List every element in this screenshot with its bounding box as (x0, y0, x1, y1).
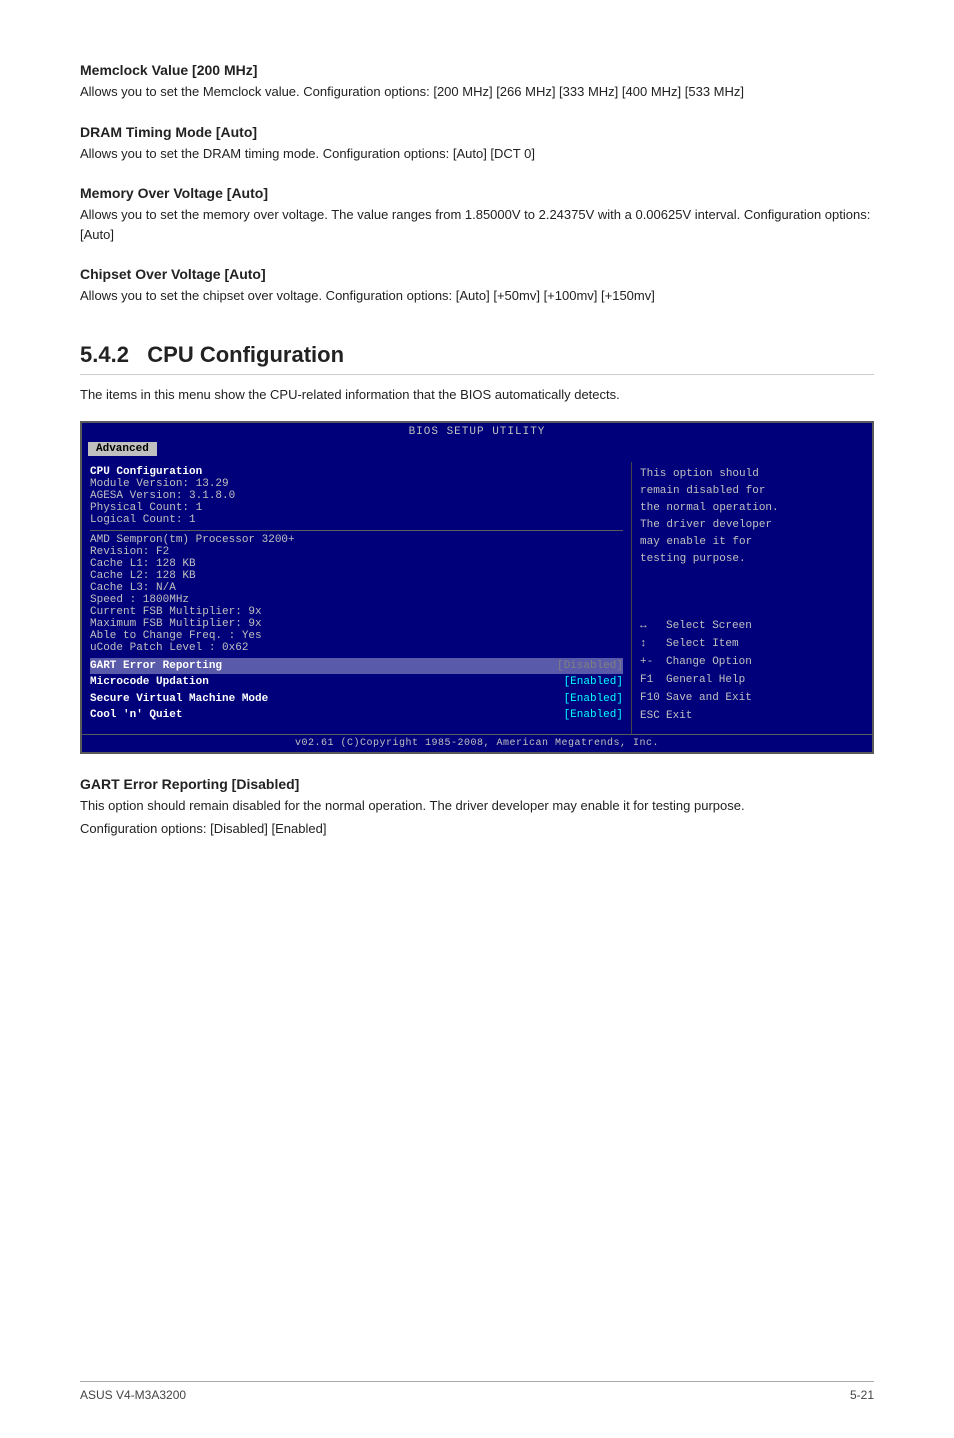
bios-left-panel: CPU Configuration Module Version: 13.29 … (82, 462, 632, 734)
bios-item-label: Select Item (666, 636, 739, 653)
bios-svm-label: Secure Virtual Machine Mode (90, 691, 268, 708)
bios-title-bar: BIOS SETUP UTILITY (82, 423, 872, 440)
gart-text2: Configuration options: [Disabled] [Enabl… (80, 819, 874, 839)
bios-screen-label: Select Screen (666, 618, 752, 635)
bios-desc-line4: The driver developer (640, 517, 864, 534)
bios-gart-row[interactable]: GART Error Reporting [Disabled] (90, 658, 623, 675)
bios-logical-count: Logical Count: 1 (90, 514, 623, 526)
bios-desc-line5: may enable it for (640, 534, 864, 551)
chipset-section: Chipset Over Voltage [Auto] Allows you t… (80, 266, 874, 306)
chapter-number: 5.4.2 (80, 342, 129, 367)
bios-cnq-value: [Enabled] (564, 707, 623, 724)
bios-ucode: uCode Patch Level : 0x62 (90, 642, 623, 654)
bios-exit-label: Exit (666, 708, 692, 725)
bios-body: CPU Configuration Module Version: 13.29 … (82, 456, 872, 734)
chapter-intro: The items in this menu show the CPU-rela… (80, 385, 874, 405)
bios-physical-count: Physical Count: 1 (90, 502, 623, 514)
dram-section: DRAM Timing Mode [Auto] Allows you to se… (80, 124, 874, 164)
bios-key-help: F1 General Help (640, 672, 864, 689)
bios-key-option: +- Change Option (640, 654, 864, 671)
bios-key-exit: ESC Exit (640, 708, 864, 725)
memvolt-text: Allows you to set the memory over voltag… (80, 205, 874, 244)
bios-cpu-info-section: AMD Sempron(tm) Processor 3200+ Revision… (90, 534, 623, 654)
bios-key-save: F10 Save and Exit (640, 690, 864, 707)
bios-revision: Revision: F2 (90, 546, 623, 558)
gart-heading: GART Error Reporting [Disabled] (80, 776, 874, 792)
bios-desc-line1: This option should (640, 466, 864, 483)
bios-title: BIOS SETUP UTILITY (409, 426, 546, 438)
footer-right: 5-21 (850, 1388, 874, 1402)
bios-key-screen: ↔ Select Screen (640, 618, 864, 635)
bios-key-item: ↕ Select Item (640, 636, 864, 653)
chapter-title: 5.4.2 CPU Configuration (80, 342, 874, 375)
bios-svm-row[interactable]: Secure Virtual Machine Mode [Enabled] (90, 691, 623, 708)
bios-microcode-row[interactable]: Microcode Updation [Enabled] (90, 674, 623, 691)
bios-cpu-config-label: CPU Configuration (90, 466, 623, 478)
bios-key-guide: ↔ Select Screen ↕ Select Item +- Change … (640, 618, 864, 725)
bios-desc-line3: the normal operation. (640, 500, 864, 517)
bios-desc-line2: remain disabled for (640, 483, 864, 500)
footer-left: ASUS V4-M3A3200 (80, 1388, 186, 1402)
chapter-name: CPU Configuration (147, 342, 344, 367)
bios-module-version: Module Version: 13.29 (90, 478, 623, 490)
bios-cache-l2: Cache L2: 128 KB (90, 570, 623, 582)
bios-cpu-model: AMD Sempron(tm) Processor 3200+ (90, 534, 623, 546)
chipset-text: Allows you to set the chipset over volta… (80, 286, 874, 306)
bios-cnq-row[interactable]: Cool 'n' Quiet [Enabled] (90, 707, 623, 724)
bios-save-icon: F10 (640, 690, 666, 707)
bios-footer: v02.61 (C)Copyright 1985-2008, American … (82, 734, 872, 752)
bios-desc-line6: testing purpose. (640, 551, 864, 568)
bios-tab-bar: Advanced (82, 440, 872, 456)
bios-cache-l1: Cache L1: 128 KB (90, 558, 623, 570)
bios-cpu-heading-section: CPU Configuration Module Version: 13.29 … (90, 466, 623, 526)
bios-svm-value: [Enabled] (564, 691, 623, 708)
bios-advanced-tab[interactable]: Advanced (88, 442, 157, 456)
bios-help-icon: F1 (640, 672, 666, 689)
bios-save-label: Save and Exit (666, 690, 752, 707)
bios-description: This option should remain disabled for t… (640, 466, 864, 568)
gart-section: GART Error Reporting [Disabled] This opt… (80, 776, 874, 839)
bios-cache-l3: Cache L3: N/A (90, 582, 623, 594)
bios-divider-1 (90, 530, 623, 531)
bios-right-panel: This option should remain disabled for t… (632, 462, 872, 734)
bios-agesa-version: AGESA Version: 3.1.8.0 (90, 490, 623, 502)
memvolt-section: Memory Over Voltage [Auto] Allows you to… (80, 185, 874, 244)
pre-chapter-sections: Memclock Value [200 MHz] Allows you to s… (80, 62, 874, 306)
bios-option-label: Change Option (666, 654, 752, 671)
dram-heading: DRAM Timing Mode [Auto] (80, 124, 874, 140)
bios-settings-section: GART Error Reporting [Disabled] Microcod… (90, 658, 623, 724)
bios-microcode-value: [Enabled] (564, 674, 623, 691)
bios-able-change: Able to Change Freq. : Yes (90, 630, 623, 642)
bios-current-fsb: Current FSB Multiplier: 9x (90, 606, 623, 618)
bios-cnq-label: Cool 'n' Quiet (90, 707, 182, 724)
bios-setup-box: BIOS SETUP UTILITY Advanced CPU Configur… (80, 421, 874, 754)
chipset-heading: Chipset Over Voltage [Auto] (80, 266, 874, 282)
dram-text: Allows you to set the DRAM timing mode. … (80, 144, 874, 164)
memclock-heading: Memclock Value [200 MHz] (80, 62, 874, 78)
bios-screen-icon: ↔ (640, 618, 666, 635)
page-footer: ASUS V4-M3A3200 5-21 (80, 1381, 874, 1402)
bios-exit-icon: ESC (640, 708, 666, 725)
bios-gart-label: GART Error Reporting (90, 658, 222, 675)
bios-option-icon: +- (640, 654, 666, 671)
memclock-text: Allows you to set the Memclock value. Co… (80, 82, 874, 102)
bios-item-icon: ↕ (640, 636, 666, 653)
bios-help-label: General Help (666, 672, 745, 689)
bios-max-fsb: Maximum FSB Multiplier: 9x (90, 618, 623, 630)
bios-speed: Speed : 1800MHz (90, 594, 623, 606)
gart-text1: This option should remain disabled for t… (80, 796, 874, 816)
memclock-section: Memclock Value [200 MHz] Allows you to s… (80, 62, 874, 102)
bios-gart-value: [Disabled] (557, 658, 623, 675)
bios-microcode-label: Microcode Updation (90, 674, 209, 691)
memvolt-heading: Memory Over Voltage [Auto] (80, 185, 874, 201)
